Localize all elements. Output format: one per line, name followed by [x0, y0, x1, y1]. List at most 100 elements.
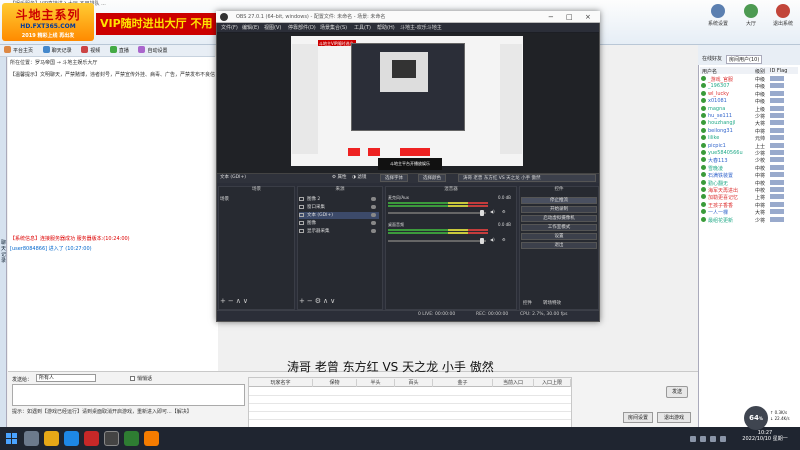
- col-level[interactable]: 级别: [755, 68, 765, 75]
- gear-icon[interactable]: ⚙: [502, 209, 506, 214]
- volume-slider[interactable]: [388, 212, 486, 214]
- user-row[interactable]: _游戏_官服 中级: [700, 75, 798, 83]
- dock-tab-transitions[interactable]: 转场特效: [543, 300, 561, 306]
- eye-icon[interactable]: [371, 197, 376, 201]
- text-value-field[interactable]: 涛哥 老曾 东方红 VS 天之龙 小手 傲然: [458, 174, 596, 182]
- studio-mode-button[interactable]: 工作室模式: [521, 224, 597, 231]
- stop-streaming-button[interactable]: 停止推流: [521, 197, 597, 204]
- dock-tab-controls[interactable]: 控件: [523, 300, 532, 306]
- user-row[interactable]: 石满铁装置 中将: [700, 171, 798, 179]
- menu-help[interactable]: 帮助(H): [377, 24, 395, 31]
- ime-icon[interactable]: [720, 436, 726, 442]
- sheet-header-cell[interactable]: 玩家名字: [249, 379, 313, 387]
- nav-live[interactable]: 直播: [106, 45, 133, 57]
- user-row[interactable]: 加勒更喜记忆 上将: [700, 193, 798, 201]
- menu-profile[interactable]: 斗地主-欢乐斗地主: [400, 24, 442, 31]
- eye-icon[interactable]: [371, 213, 376, 217]
- user-row[interactable]: 勤心翻无 中校: [700, 179, 798, 187]
- chat-input[interactable]: [12, 384, 245, 406]
- exit-system-button[interactable]: 退出系统: [768, 2, 798, 40]
- nav-auto-settings[interactable]: 自动设置: [134, 45, 171, 57]
- volume-slider[interactable]: [388, 240, 486, 242]
- user-row[interactable]: 雪晚凌 中校: [700, 164, 798, 172]
- nav-chat-log[interactable]: 聊天记录: [39, 45, 76, 57]
- sheet-header-cell[interactable]: 保物: [313, 379, 357, 387]
- left-rail-label[interactable]: 聊天记录: [0, 240, 7, 264]
- tab-room-users[interactable]: 房间用户(10): [726, 55, 763, 64]
- tab-online-friends[interactable]: 在线好友: [700, 55, 724, 62]
- select-color-button[interactable]: 选择颜色: [418, 174, 446, 182]
- source-item[interactable]: 图像: [299, 220, 379, 227]
- source-item[interactable]: 窗口采集: [299, 204, 379, 211]
- user-row[interactable]: x01081 中级: [700, 97, 798, 105]
- send-target-select[interactable]: 所有人: [36, 374, 96, 382]
- chevron-up-icon[interactable]: [690, 436, 696, 442]
- private-checkbox[interactable]: 悄悄话: [130, 375, 152, 382]
- file-explorer-icon[interactable]: [44, 431, 59, 446]
- sheet-header-cell[interactable]: 半头: [357, 379, 395, 387]
- col-username[interactable]: 用户名: [702, 68, 717, 75]
- gear-icon[interactable]: ⚙: [502, 237, 506, 242]
- nav-home[interactable]: 平台主页: [0, 45, 37, 57]
- sheet-header-cell[interactable]: 百头: [395, 379, 433, 387]
- start-button[interactable]: [6, 433, 17, 444]
- sources-dock-controls[interactable]: +−⚙∧∨: [299, 297, 337, 305]
- user-row[interactable]: 王孩子香香 中将: [700, 201, 798, 209]
- user-row[interactable]: 海军天再进出 中校: [700, 186, 798, 194]
- volume-slider-knob[interactable]: [480, 238, 484, 244]
- send-button[interactable]: 发送: [666, 386, 688, 398]
- user-row[interactable]: 一人一棵 大将: [700, 208, 798, 216]
- source-item[interactable]: 显示器采集: [299, 228, 379, 235]
- user-row[interactable]: beilong31 中将: [700, 127, 798, 135]
- select-font-button[interactable]: 选择字体: [380, 174, 408, 182]
- menu-tools[interactable]: 工具(T): [354, 24, 371, 31]
- start-recording-button[interactable]: 开始录制: [521, 206, 597, 213]
- user-row[interactable]: 最组花更新 少将: [700, 216, 798, 224]
- user-row[interactable]: wl_lucky 中级: [700, 90, 798, 98]
- clock[interactable]: 10:27 2022/10/10 星期一: [735, 430, 795, 442]
- task-view-icon[interactable]: [24, 431, 39, 446]
- col-flag[interactable]: ID Flag: [770, 68, 787, 74]
- app-icon[interactable]: [84, 431, 99, 446]
- start-virtual-camera-button[interactable]: 启动虚拟摄像机: [521, 215, 597, 222]
- eye-icon[interactable]: [371, 205, 376, 209]
- spreadsheet-icon[interactable]: [124, 431, 139, 446]
- maximize-icon[interactable]: □: [566, 13, 573, 21]
- user-row[interactable]: yue5840566u 少将: [700, 149, 798, 157]
- sheet-header-cell[interactable]: 金子: [433, 379, 493, 387]
- settings-button[interactable]: 设置: [521, 233, 597, 240]
- user-row[interactable]: picpic1 上士: [700, 142, 798, 150]
- user-row[interactable]: lilike 元帅: [700, 134, 798, 142]
- speaker-icon[interactable]: ◀): [490, 237, 495, 242]
- source-item-selected[interactable]: 文本 (GDI+): [299, 212, 379, 219]
- user-row[interactable]: _196307 中级: [700, 82, 798, 90]
- speaker-icon[interactable]: ◀): [490, 209, 495, 214]
- volume-icon[interactable]: [710, 436, 716, 442]
- obs-icon[interactable]: [104, 431, 119, 446]
- menu-file[interactable]: 文件(F): [221, 24, 238, 31]
- browser-icon[interactable]: [64, 431, 79, 446]
- room-settings-button[interactable]: 房间设置: [623, 412, 653, 423]
- filters-button[interactable]: ◑ 滤镜: [352, 174, 366, 182]
- menu-edit[interactable]: 编辑(E): [242, 24, 259, 31]
- menu-view[interactable]: 视图(V): [264, 24, 281, 31]
- net-speed-widget[interactable]: 64%: [744, 406, 768, 430]
- nav-video[interactable]: 视频: [77, 45, 104, 57]
- user-row[interactable]: houzhangjl 大将: [700, 119, 798, 127]
- user-row[interactable]: magna 上级: [700, 105, 798, 113]
- lobby-button[interactable]: 大厅: [736, 2, 766, 40]
- exit-button[interactable]: 退出: [521, 242, 597, 249]
- game-client-icon[interactable]: [144, 431, 159, 446]
- user-row[interactable]: 大春113 少校: [700, 156, 798, 164]
- user-row[interactable]: hu_se111 少将: [700, 112, 798, 120]
- close-icon[interactable]: ×: [585, 13, 591, 21]
- menu-docks[interactable]: 停靠部件(D): [288, 24, 316, 31]
- scene-item[interactable]: 场景: [220, 196, 229, 202]
- sheet-header-cell[interactable]: 入口上限: [534, 379, 571, 387]
- properties-button[interactable]: ⚙ 属性: [332, 174, 346, 182]
- chat-area[interactable]: 所在位置：罗马帝国 → 斗地主娱乐大厅 【温馨提示】文明聊天，严禁赌博，违者封号…: [8, 57, 218, 371]
- exit-game-button[interactable]: 退出游戏: [657, 412, 691, 423]
- scenes-dock-controls[interactable]: +−∧∨: [220, 297, 250, 305]
- network-icon[interactable]: [700, 436, 706, 442]
- source-item[interactable]: 图像 2: [299, 196, 379, 203]
